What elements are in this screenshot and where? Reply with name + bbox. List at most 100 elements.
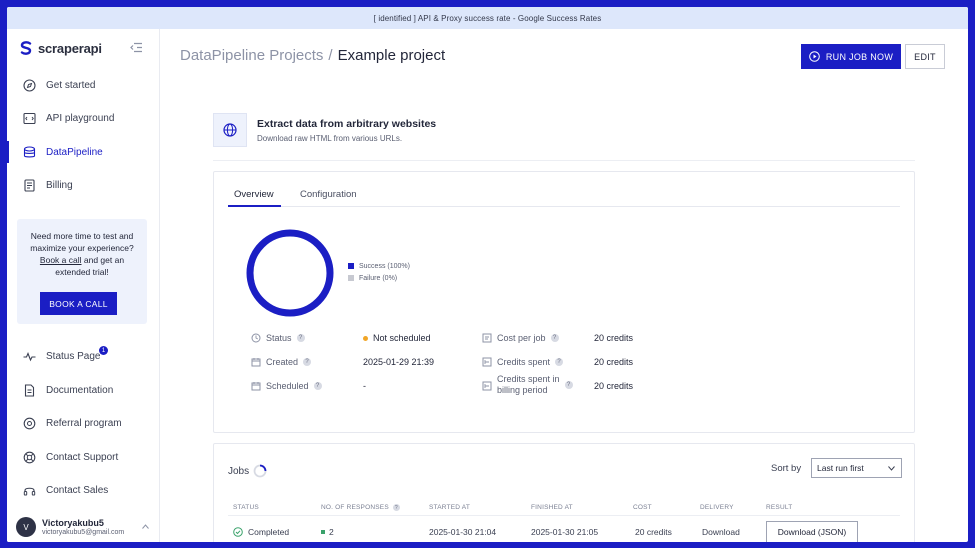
overview-card: Overview Configuration Success (100%) Fa… [213, 171, 915, 433]
app-window: [ identified ] API & Proxy success rate … [7, 7, 968, 542]
project-header: Extract data from arbitrary websites Dow… [213, 106, 915, 161]
breadcrumb-parent-link[interactable]: DataPipeline Projects [180, 47, 323, 64]
user-account-menu[interactable]: V Victoryakubu5 victoryakubu5@gmail.com [7, 512, 160, 542]
column-header-delivery: DELIVERY [700, 504, 734, 511]
check-circle-icon [233, 527, 243, 537]
column-header-finished: FINISHED AT [531, 504, 573, 511]
calendar-icon [251, 382, 261, 391]
sidebar-item-label: Get started [46, 79, 96, 91]
collapse-sidebar-icon[interactable] [130, 42, 143, 53]
calendar-icon [251, 358, 261, 367]
help-icon[interactable]: ? [392, 504, 400, 511]
donut-slice-success [246, 229, 334, 317]
sidebar-item-datapipeline[interactable]: DataPipeline [7, 139, 160, 165]
chevron-down-icon [888, 466, 895, 471]
credits-spent-value: 20 credits [594, 357, 634, 367]
responses-indicator [321, 530, 325, 534]
job-responses: 2 [321, 527, 334, 537]
receipt-icon [24, 178, 35, 192]
help-icon[interactable]: ? [550, 334, 559, 342]
sidebar-item-contact-support[interactable]: Contact Support [7, 444, 160, 470]
jobs-card: Jobs Sort by Last run first STATUS NO. O… [213, 443, 915, 542]
jobs-title: Jobs [228, 464, 267, 478]
book-call-link[interactable]: Book a call [40, 255, 82, 265]
referral-icon [23, 417, 36, 429]
tab-configuration[interactable]: Configuration [300, 189, 357, 200]
main-content: DataPipeline Projects / Example project RU… [160, 29, 968, 542]
sidebar-item-get-started[interactable]: Get started [7, 72, 160, 98]
avatar: V [16, 517, 36, 537]
trial-promo-text: Need more time to test and maximize your… [30, 231, 134, 277]
billing-period-credits-value: 20 credits [594, 381, 634, 391]
job-cost: 20 credits [635, 527, 672, 537]
user-email: victoryakubu5@gmail.com [42, 529, 125, 536]
sort-by-select[interactable]: Last run first [811, 458, 902, 478]
banner-text[interactable]: [ identified ] API & Proxy success rate … [374, 14, 602, 23]
sidebar-item-label: Referral program [46, 417, 122, 429]
project-icon-box [213, 113, 247, 147]
chevron-up-icon[interactable] [142, 524, 149, 529]
sidebar-item-api-playground[interactable]: API playground [7, 105, 160, 131]
active-tab-indicator [228, 205, 281, 207]
credits-spent-label: Credits spent? [482, 357, 564, 367]
receipt-icon [482, 333, 492, 343]
column-header-status: STATUS [233, 504, 259, 511]
help-icon[interactable]: ? [555, 358, 564, 366]
tab-bar: Overview Configuration [228, 185, 900, 207]
play-circle-icon [809, 51, 820, 62]
legend-swatch-success [348, 263, 354, 269]
help-icon[interactable]: ? [296, 334, 305, 342]
edit-button[interactable]: EDIT [905, 44, 945, 69]
legend-item-success: Success (100%) [348, 260, 410, 272]
notification-badge: 1 [99, 346, 108, 355]
sidebar-item-label: Documentation [46, 384, 114, 396]
loading-spinner-icon [253, 464, 267, 478]
scraperapi-logo-icon [20, 41, 32, 55]
pulse-icon [23, 351, 36, 361]
created-label: Created? [251, 357, 312, 367]
breadcrumb: DataPipeline Projects / Example project [180, 47, 445, 64]
column-header-result: RESULT [766, 504, 793, 511]
sort-by-label: Sort by [771, 463, 802, 474]
help-icon[interactable]: ? [313, 382, 322, 390]
globe-icon [223, 123, 237, 137]
column-header-responses: NO. OF RESPONSES? [321, 504, 400, 511]
code-icon [23, 112, 36, 124]
credits-icon [482, 381, 492, 391]
cost-per-job-label: Cost per job? [482, 333, 559, 343]
document-icon [24, 383, 35, 397]
status-icon [251, 333, 261, 343]
brand-logo[interactable]: scraperapi [19, 40, 149, 56]
run-job-now-button[interactable]: RUN JOB NOW [801, 44, 901, 69]
job-finished-at: 2025-01-30 21:05 [531, 527, 599, 537]
book-a-call-button[interactable]: BOOK A CALL [40, 292, 117, 315]
sidebar-item-label: Billing [46, 179, 73, 191]
sidebar-item-label: API playground [46, 112, 115, 124]
sidebar-item-status-page[interactable]: Status Page 1 [7, 343, 160, 369]
download-json-button[interactable]: Download (JSON) [766, 521, 858, 542]
cost-per-job-value: 20 credits [594, 333, 634, 343]
created-value: 2025-01-29 21:39 [363, 357, 435, 367]
sidebar-item-contact-sales[interactable]: Contact Sales [7, 477, 160, 503]
page-title: Example project [337, 47, 446, 64]
scheduled-label: Scheduled? [251, 381, 322, 391]
status-label: Status? [251, 333, 305, 343]
announcement-banner[interactable]: [ identified ] API & Proxy success rate … [7, 7, 968, 29]
job-status: Completed [233, 527, 289, 537]
project-subtitle: Download raw HTML from various URLs. [257, 134, 403, 143]
status-dot [363, 335, 368, 341]
chart-legend: Success (100%) Failure (0%) [348, 260, 410, 284]
sidebar-item-referral-program[interactable]: Referral program [7, 410, 160, 436]
sidebar-item-label: DataPipeline [46, 146, 103, 158]
help-icon[interactable]: ? [564, 381, 573, 389]
help-icon[interactable]: ? [303, 358, 312, 366]
brand-name: scraperapi [38, 40, 102, 56]
column-header-started: STARTED AT [429, 504, 471, 511]
sidebar: scraperapi Get started API playground Da… [7, 29, 160, 542]
success-rate-donut-chart [246, 229, 334, 317]
support-icon [23, 451, 36, 463]
sidebar-item-documentation[interactable]: Documentation [7, 377, 160, 403]
tab-overview[interactable]: Overview [234, 189, 274, 200]
legend-swatch-failure [348, 275, 354, 281]
sidebar-item-billing[interactable]: Billing [7, 172, 160, 198]
